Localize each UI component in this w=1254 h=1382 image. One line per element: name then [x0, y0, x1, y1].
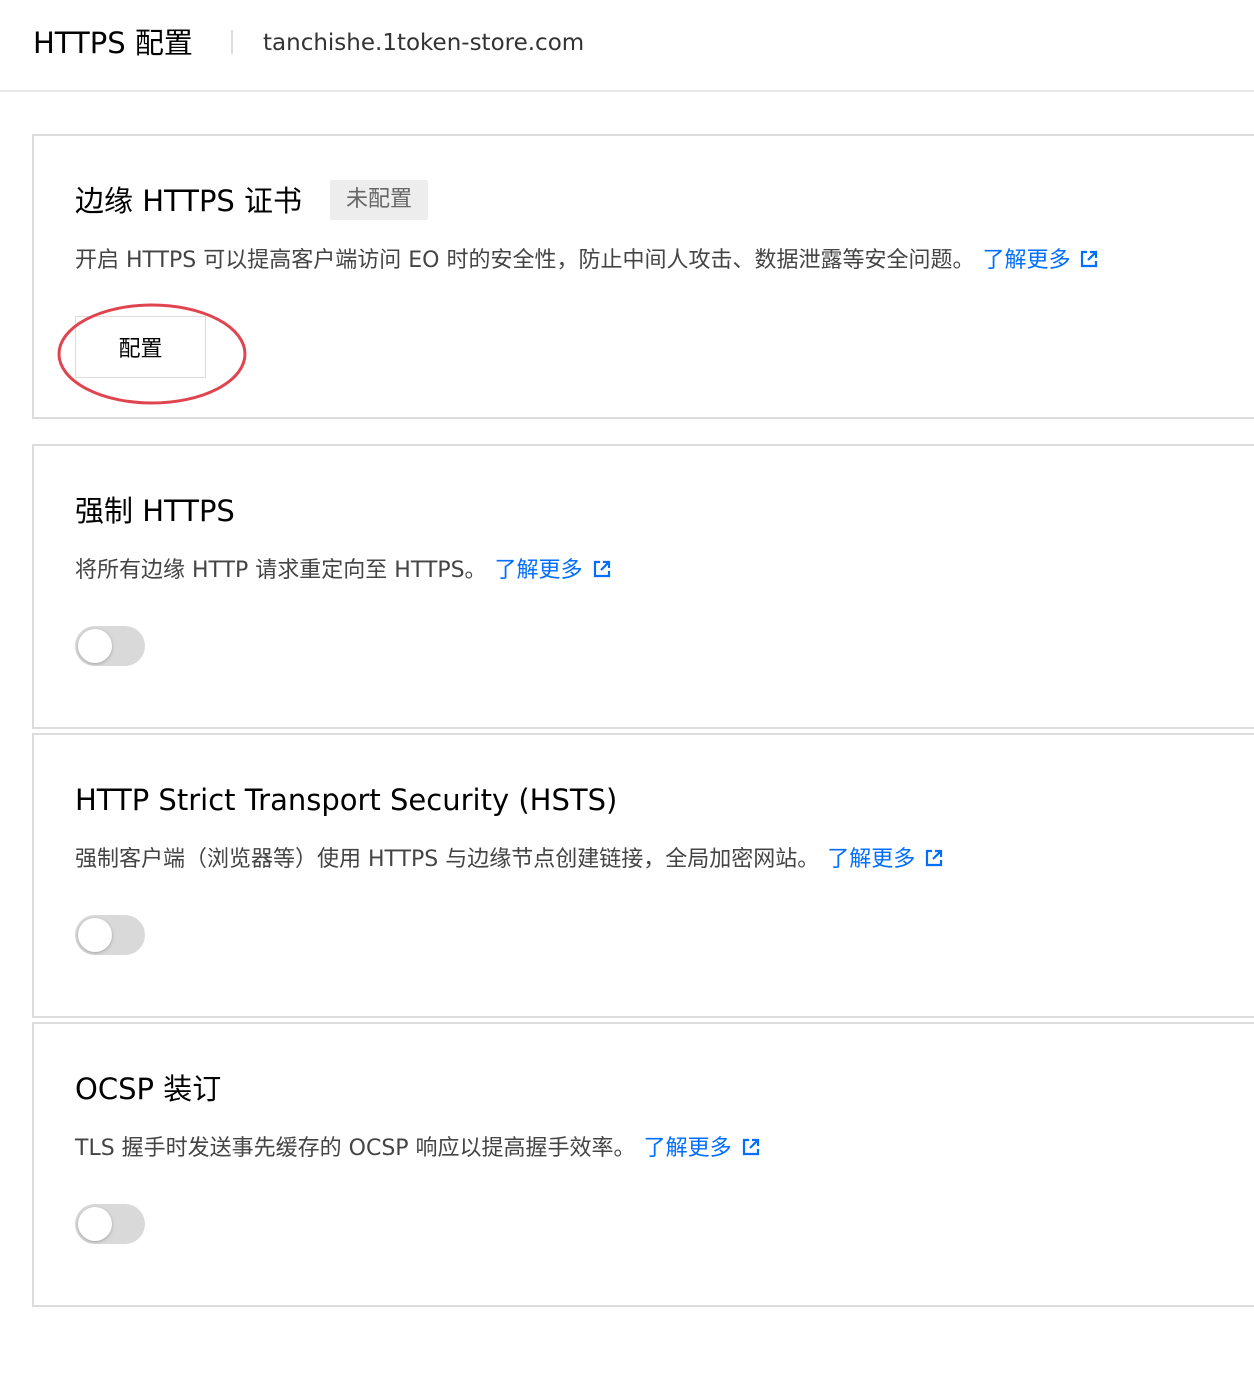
force-https-card: 强制 HTTPS 将所有边缘 HTTP 请求重定向至 HTTPS。 了解更多 — [32, 444, 1254, 729]
ocsp-stapling-title: OCSP 装订 — [75, 1072, 222, 1106]
hsts-title: HTTP Strict Transport Security (HSTS) — [75, 783, 618, 817]
force-https-description: 将所有边缘 HTTP 请求重定向至 HTTPS。 了解更多 — [75, 554, 613, 588]
force-https-toggle[interactable] — [75, 626, 145, 666]
toggle-knob — [78, 1207, 112, 1241]
force-https-title: 强制 HTTPS — [75, 494, 235, 528]
learn-more-link[interactable]: 了解更多 — [982, 248, 1100, 273]
domain-name: tanchishe.1token-store.com — [263, 30, 585, 56]
learn-more-label: 了解更多 — [643, 1136, 732, 1161]
edge-https-certificate-title: 边缘 HTTPS 证书 — [75, 184, 303, 218]
toggle-knob — [78, 918, 112, 952]
description-text: 将所有边缘 HTTP 请求重定向至 HTTPS。 — [75, 558, 487, 583]
external-link-icon — [1081, 250, 1098, 268]
description-text: TLS 握手时发送事先缓存的 OCSP 响应以提高握手效率。 — [75, 1136, 636, 1161]
external-link-icon — [926, 849, 943, 867]
learn-more-label: 了解更多 — [982, 248, 1071, 273]
status-badge: 未配置 — [330, 180, 429, 220]
toggle-knob — [78, 629, 112, 663]
page-title: HTTPS 配置 — [33, 26, 193, 60]
header-divider — [231, 30, 233, 54]
learn-more-link[interactable]: 了解更多 — [827, 847, 945, 872]
learn-more-label: 了解更多 — [494, 558, 583, 583]
learn-more-link[interactable]: 了解更多 — [495, 558, 613, 583]
configure-button[interactable]: 配置 — [75, 316, 206, 378]
hsts-description: 强制客户端（浏览器等）使用 HTTPS 与边缘节点创建链接，全局加密网站。 了解更… — [75, 843, 945, 877]
ocsp-stapling-card: OCSP 装订 TLS 握手时发送事先缓存的 OCSP 响应以提高握手效率。 了解… — [32, 1022, 1254, 1307]
ocsp-stapling-description: TLS 握手时发送事先缓存的 OCSP 响应以提高握手效率。 了解更多 — [75, 1132, 762, 1166]
edge-https-certificate-description: 开启 HTTPS 可以提高客户端访问 EO 时的安全性，防止中间人攻击、数据泄露… — [75, 244, 1100, 278]
ocsp-stapling-toggle[interactable] — [75, 1204, 145, 1244]
description-text: 强制客户端（浏览器等）使用 HTTPS 与边缘节点创建链接，全局加密网站。 — [75, 847, 820, 872]
external-link-icon — [593, 560, 610, 578]
learn-more-link[interactable]: 了解更多 — [644, 1136, 762, 1161]
learn-more-label: 了解更多 — [827, 847, 916, 872]
external-link-icon — [742, 1138, 759, 1156]
description-text: 开启 HTTPS 可以提高客户端访问 EO 时的安全性，防止中间人攻击、数据泄露… — [75, 248, 975, 273]
edge-https-certificate-card: 边缘 HTTPS 证书 未配置 开启 HTTPS 可以提高客户端访问 EO 时的… — [32, 134, 1254, 419]
page-header: HTTPS 配置 tanchishe.1token-store.com — [0, 0, 1254, 92]
hsts-toggle[interactable] — [75, 915, 145, 955]
hsts-card: HTTP Strict Transport Security (HSTS) 强制… — [32, 733, 1254, 1018]
